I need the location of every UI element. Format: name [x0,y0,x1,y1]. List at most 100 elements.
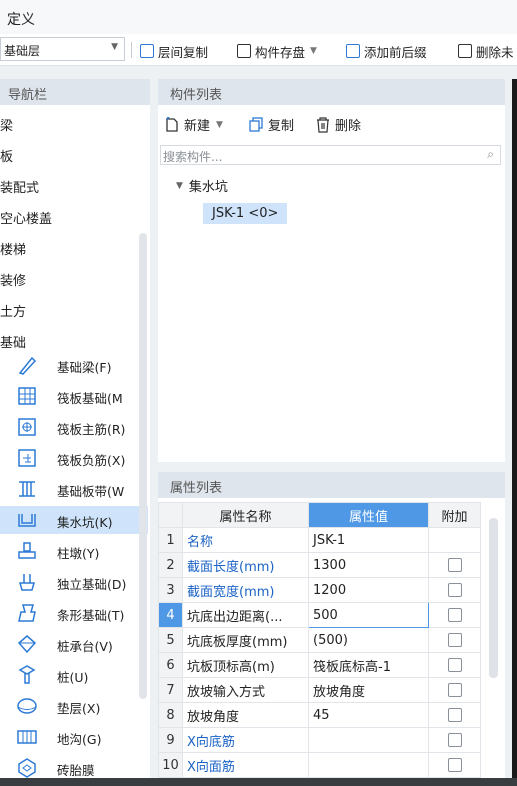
property-value[interactable]: 45 [308,702,429,728]
extra-checkbox[interactable] [447,633,462,647]
table-row[interactable]: 5 坑底板厚度(mm) (500) [158,627,481,653]
pile-icon [16,664,38,686]
nav-item-label: 基础板带(W [57,484,125,499]
nav-category-foundation[interactable]: 基础 [0,332,26,351]
nav-item-label: 桩承台(V) [57,639,113,654]
copy-icon [249,116,263,132]
property-value[interactable]: 放坡角度 [308,677,429,703]
property-scrollbar[interactable] [489,518,498,678]
save-component-button[interactable]: 构件存盘 ▼ [237,41,317,61]
extra-checkbox[interactable] [447,658,462,672]
table-row[interactable]: 9 X向底筋 [158,727,481,753]
cushion-layer-icon [16,695,38,717]
nav-category-earthwork[interactable]: 土方 [0,301,26,320]
extra-checkbox[interactable] [447,758,462,772]
property-value[interactable] [308,727,429,753]
table-row[interactable]: 6 坑板顶标高(m) 筏板底标高-1 [158,652,481,678]
nav-scrollbar[interactable] [139,233,147,699]
delete-unused-label: 删除未 [476,44,514,60]
nav-item-pile-cap[interactable]: 桩承台(V) [0,630,148,658]
new-file-icon [166,116,178,132]
nav-category-slab[interactable]: 板 [0,146,13,165]
property-value[interactable]: 筏板底标高-1 [308,652,429,678]
nav-item-label: 集水坑(K) [57,515,113,530]
nav-item-foundation-strip[interactable]: 基础板带(W [0,475,148,503]
extra-cell [428,752,481,778]
table-row[interactable]: 10 X向面筋 [158,752,481,778]
table-row-selected[interactable]: 4 坑底出边距离(... 500 [158,602,481,628]
property-value[interactable]: 1200 [308,577,429,603]
extra-checkbox[interactable] [447,708,462,722]
row-number: 2 [158,552,183,578]
extra-checkbox[interactable] [447,683,462,697]
nav-item-sump-pit[interactable]: 集水坑(K) [0,506,148,534]
delete-component-button[interactable]: 删除 [315,115,361,134]
strip-footing-icon [16,602,38,624]
foundation-beam-icon [16,354,38,376]
drawing-area-edge [512,79,517,786]
table-row[interactable]: 3 截面宽度(mm) 1200 [158,577,481,603]
nav-item-column-pier[interactable]: 柱墩(Y) [0,537,148,565]
nav-item-trench[interactable]: 地沟(G) [0,723,148,751]
nav-category-prefab[interactable]: 装配式 [0,177,39,196]
pile-cap-icon [16,633,38,655]
nav-category-beam[interactable]: 梁 [0,115,13,134]
nav-category-stair[interactable]: 楼梯 [0,239,26,258]
extra-checkbox[interactable] [447,608,462,622]
trench-icon [16,726,38,748]
nav-item-isolated-footing[interactable]: 独立基础(D) [0,568,148,596]
copy-layers-icon [140,44,154,58]
table-row[interactable]: 1 名称 JSK-1 [158,527,481,553]
extra-cell [428,677,481,703]
nav-item-raft-negative-rebar[interactable]: 筏板负筋(X) [0,444,148,472]
copy-component-button[interactable]: 复制 [248,115,294,134]
row-number: 6 [158,652,183,678]
property-value[interactable]: (500) [308,627,429,653]
table-row[interactable]: 8 放坡角度 45 [158,702,481,728]
property-value[interactable]: JSK-1 [308,527,429,553]
search-icon: ⌕ [487,147,494,161]
nav-item-pile[interactable]: 桩(U) [0,661,148,689]
component-toolbar: 新建 ▼ 复制 删除 [158,107,505,137]
tree-item-jsk-1[interactable]: JSK-1 <0> [203,203,288,224]
menu-define[interactable]: 定义 [7,9,35,29]
menu-bar: 定义 [0,0,517,34]
delete-list-icon [458,44,472,58]
table-row[interactable]: 2 截面长度(mm) 1300 [158,552,481,578]
bottom-status-strip [0,778,517,786]
save-component-label: 构件存盘 [255,44,306,60]
extra-checkbox[interactable] [447,558,462,572]
extra-checkbox[interactable] [447,733,462,747]
header-index [158,502,183,528]
new-component-button[interactable]: 新建 ▼ [164,115,223,134]
nav-item-raft-main-rebar[interactable]: 筏板主筋(R) [0,413,148,441]
nav-item-cushion-layer[interactable]: 垫层(X) [0,692,148,720]
property-value-editing[interactable]: 500 [308,602,429,628]
layer-select[interactable]: 基础层 ▼ [0,37,125,61]
tree-group-sump-pit[interactable]: ▼ 集水坑 [176,176,228,195]
property-value[interactable] [308,752,429,778]
nav-item-strip-footing[interactable]: 条形基础(T) [0,599,148,627]
table-row[interactable]: 7 放坡输入方式 放坡角度 [158,677,481,703]
chevron-down-icon: ▼ [216,119,223,130]
raft-main-rebar-icon [16,416,38,438]
copy-between-floors-label: 层间复制 [158,44,209,60]
raft-negative-rebar-icon [16,447,38,469]
component-search-input[interactable]: 搜索构件... ⌕ [160,145,501,165]
extra-checkbox[interactable] [447,583,462,597]
nav-item-raft-foundation[interactable]: 筏板基础(M [0,382,148,410]
add-prefix-suffix-button[interactable]: 添加前后缀 [346,41,427,61]
copy-between-floors-button[interactable]: 层间复制 [140,41,208,61]
property-name: 放坡输入方式 [182,677,309,703]
save-disk-icon [237,44,251,58]
tree-item-label: JSK-1 <0> [212,206,279,221]
extra-cell [428,627,481,653]
property-value[interactable]: 1300 [308,552,429,578]
row-number: 4 [158,602,183,628]
nav-category-decoration[interactable]: 装修 [0,270,26,289]
extra-cell [428,602,481,628]
row-number: 3 [158,577,183,603]
delete-unused-button[interactable]: 删除未 [458,41,514,61]
nav-category-hollow-floor[interactable]: 空心楼盖 [0,208,52,227]
nav-item-foundation-beam[interactable]: 基础梁(F) [0,351,148,379]
